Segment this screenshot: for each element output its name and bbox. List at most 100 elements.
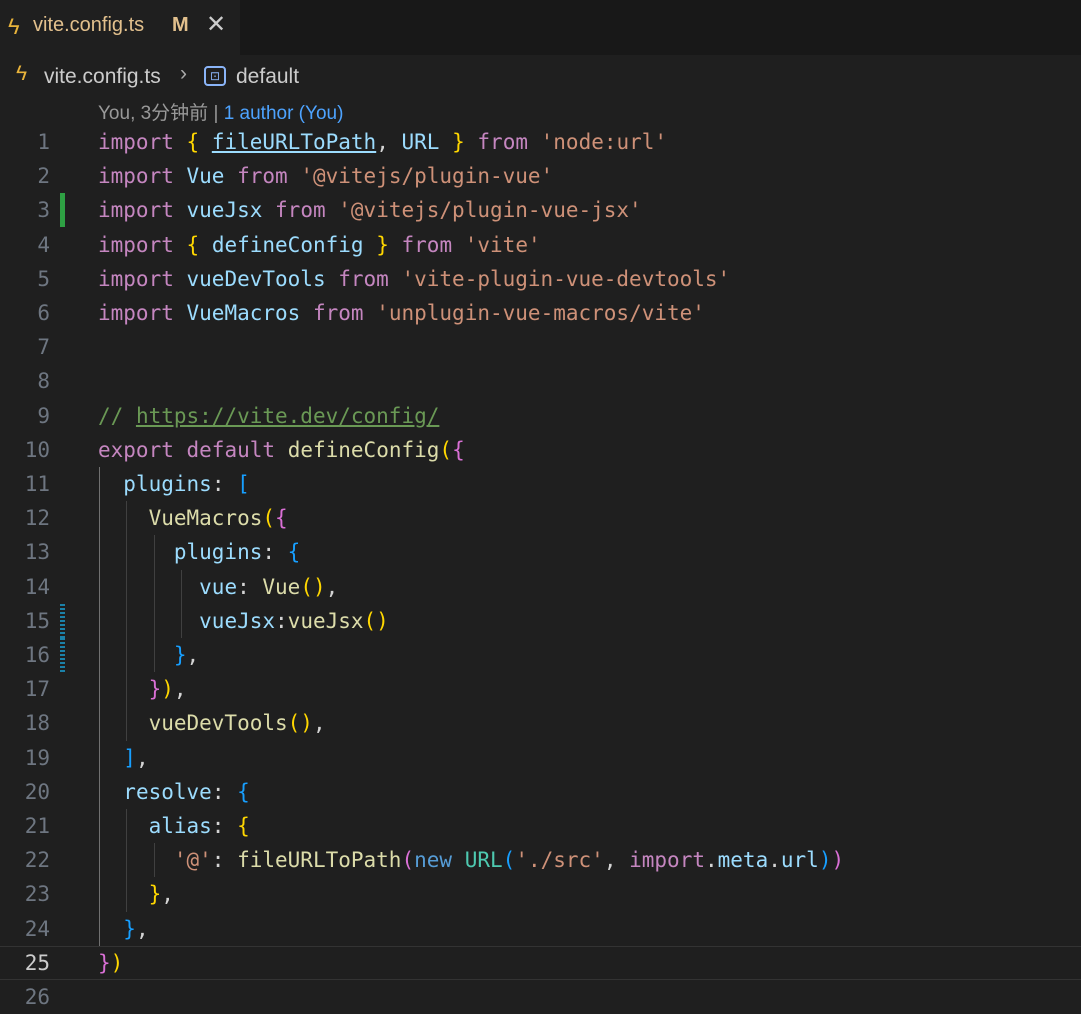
code-line[interactable]: 23 }, xyxy=(0,877,1081,911)
code-token: fileURLToPath xyxy=(211,130,377,154)
line-number: 7 xyxy=(37,335,50,360)
line-number: 10 xyxy=(24,437,50,462)
code-token: VueMacros xyxy=(148,506,263,531)
breadcrumb-symbol[interactable]: default xyxy=(236,65,299,89)
code-token: } xyxy=(98,950,111,975)
code-line[interactable]: 24 }, xyxy=(0,912,1081,946)
line-number: 1 xyxy=(37,130,50,154)
code-token: defineConfig xyxy=(287,437,440,462)
code-text: import { defineConfig } from 'vite' xyxy=(98,228,541,262)
code-token: [ xyxy=(237,472,250,496)
code-token: vueDevTools xyxy=(186,266,326,291)
code-token: } xyxy=(173,643,187,667)
code-token: export xyxy=(98,437,174,462)
gutter-modified-marker[interactable] xyxy=(60,638,65,672)
code-token: 'vite' xyxy=(464,232,541,257)
code-line[interactable]: 12 VueMacros({ xyxy=(0,501,1081,535)
code-line[interactable]: 13 plugins: { xyxy=(0,535,1081,569)
code-token: default xyxy=(186,437,276,462)
code-line[interactable]: 21 alias: { xyxy=(0,809,1081,843)
code-text: vue: Vue(), xyxy=(98,570,338,604)
code-line[interactable]: 9 // https://vite.dev/config/ xyxy=(0,399,1081,433)
gutter-added-marker[interactable] xyxy=(60,193,65,228)
code-text: }, xyxy=(98,877,174,911)
code-token: URL xyxy=(464,848,503,873)
code-line[interactable]: 15 vueJsx:vueJsx() xyxy=(0,603,1081,638)
code-line[interactable]: 7 xyxy=(0,330,1081,364)
close-icon[interactable]: ✕ xyxy=(206,10,226,39)
code-token: plugins xyxy=(123,472,212,496)
code-line[interactable]: 22 '@': fileURLToPath(new URL('./src', i… xyxy=(0,843,1081,877)
gutter-modified-marker[interactable] xyxy=(60,603,65,638)
code-token: { xyxy=(186,232,200,257)
code-token: from xyxy=(477,130,528,154)
line-number: 20 xyxy=(24,779,50,804)
code-line[interactable]: 17 }), xyxy=(0,672,1081,706)
code-line[interactable]: 26 xyxy=(0,980,1081,1014)
code-text: }, xyxy=(98,638,199,672)
lightning-icon: ϟ xyxy=(16,62,28,85)
line-number: 8 xyxy=(37,369,50,394)
code-token: , xyxy=(161,882,174,907)
code-line[interactable]: 11 plugins: [ xyxy=(0,467,1081,501)
line-number: 9 xyxy=(37,403,50,428)
code-token: '@vitejs/plugin-vue' xyxy=(300,164,554,189)
code-token: { xyxy=(237,814,250,838)
code-line[interactable]: 25}) xyxy=(0,946,1081,980)
codelens-authors-link[interactable]: 1 author (You) xyxy=(224,103,344,124)
indent-guide xyxy=(126,809,128,912)
code-line[interactable]: 19 ], xyxy=(0,741,1081,775)
code-token: Vue xyxy=(262,574,301,599)
code-token: vueJsx xyxy=(186,198,263,223)
code-text: }, xyxy=(98,912,149,946)
breadcrumb-file[interactable]: vite.config.ts xyxy=(44,65,161,89)
tab-title[interactable]: vite.config.ts xyxy=(33,14,144,37)
code-text: // https://vite.dev/config/ xyxy=(98,399,439,433)
code-line[interactable]: 2 import Vue from '@vitejs/plugin-vue' xyxy=(0,159,1081,193)
code-line[interactable]: 14 vue: Vue(), xyxy=(0,570,1081,604)
code-editor[interactable]: 1 import { fileURLToPath, URL } from 'nod… xyxy=(0,125,1081,1009)
indent-guide xyxy=(99,467,100,946)
code-line[interactable]: 5 import vueDevTools from 'vite-plugin-vu… xyxy=(0,262,1081,296)
code-line[interactable]: 10 export default defineConfig({ xyxy=(0,433,1081,467)
code-line[interactable]: 18 vueDevTools(), xyxy=(0,706,1081,740)
tab-vite-config[interactable]: ϟ vite.config.ts M ✕ xyxy=(0,0,240,55)
code-line[interactable]: 20 resolve: { xyxy=(0,775,1081,809)
code-token: } xyxy=(148,677,162,702)
breadcrumb: ϟ vite.config.ts › ⊡ default xyxy=(0,60,1081,96)
code-line[interactable]: 4 import { defineConfig } from 'vite' xyxy=(0,228,1081,262)
code-text: '@': fileURLToPath(new URL('./src', impo… xyxy=(98,843,844,877)
code-token: () xyxy=(287,711,313,736)
chevron-right-icon: › xyxy=(180,62,187,85)
code-text: import vueDevTools from 'vite-plugin-vue… xyxy=(98,262,730,296)
code-token: { xyxy=(186,130,200,154)
code-line[interactable]: 8 xyxy=(0,364,1081,398)
code-text: resolve: { xyxy=(98,775,249,809)
lightning-icon: ϟ xyxy=(8,14,20,39)
code-line[interactable]: 6 import VueMacros from 'unplugin-vue-mac… xyxy=(0,296,1081,330)
code-token: 'node:url' xyxy=(540,130,668,154)
line-number: 26 xyxy=(24,985,50,1009)
code-token: import xyxy=(629,848,705,873)
code-token: ) xyxy=(831,848,845,873)
code-line[interactable]: 3 import vueJsx from '@vitejs/plugin-vue-… xyxy=(0,193,1081,228)
code-token: URL xyxy=(401,130,440,154)
code-line[interactable]: 1 import { fileURLToPath, URL } from 'nod… xyxy=(0,125,1081,159)
code-token: ) xyxy=(161,677,174,702)
code-token: : xyxy=(211,779,238,804)
code-text: alias: { xyxy=(98,809,250,843)
code-line[interactable]: 16 }, xyxy=(0,638,1081,672)
code-token: , xyxy=(135,916,149,941)
